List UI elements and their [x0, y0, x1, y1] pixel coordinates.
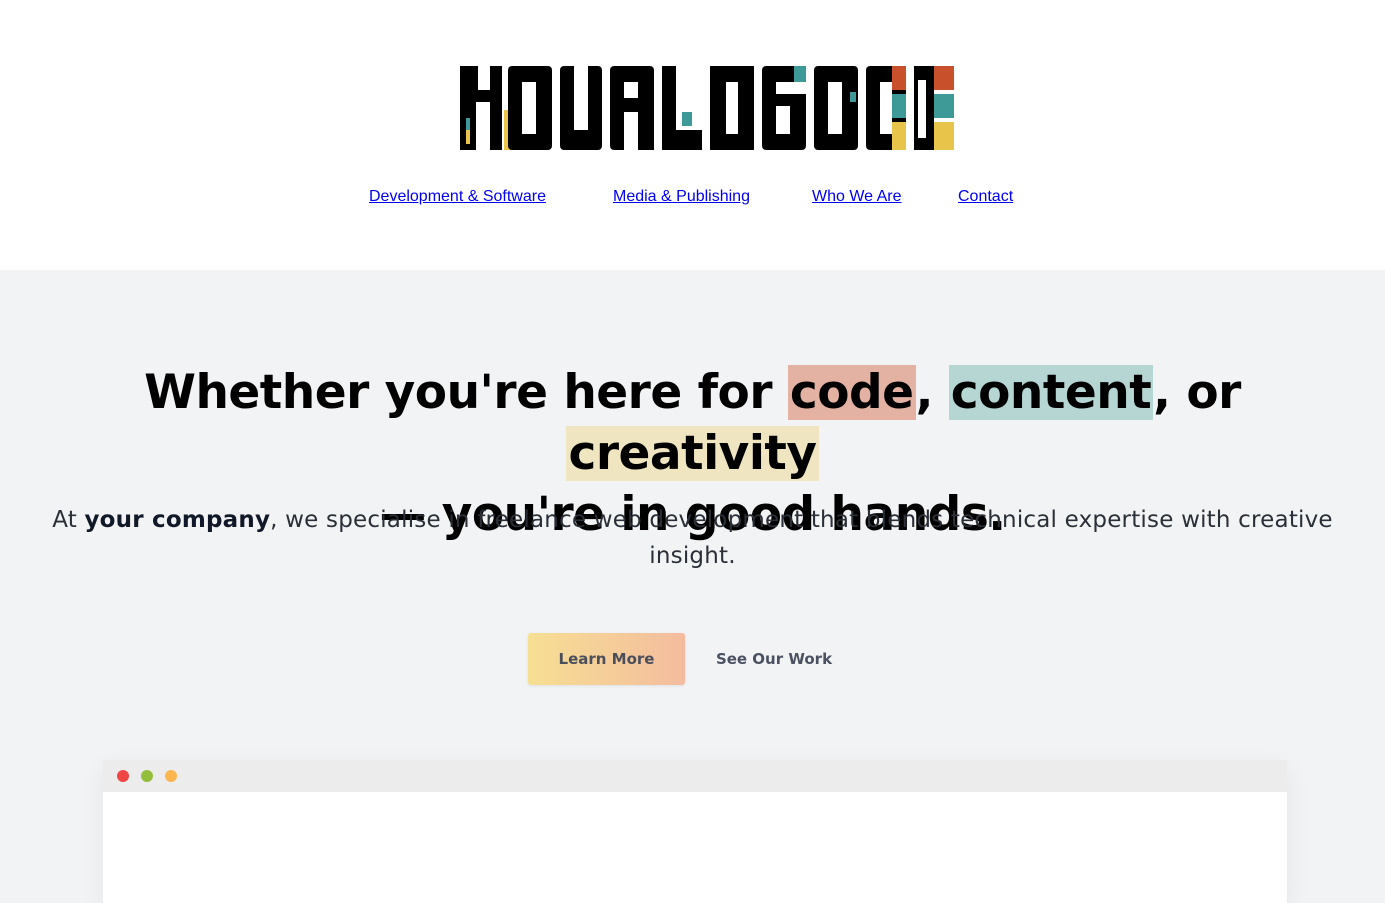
logo-letter-o3: [814, 66, 858, 150]
logo-letter-o2: [710, 66, 754, 150]
nav-who-we-are[interactable]: Who We Are: [812, 188, 902, 206]
nav-development-software[interactable]: Development & Software: [369, 188, 546, 206]
subline-rest: , we specialise in freelance web develop…: [270, 507, 1333, 569]
highlight-content: content: [948, 365, 1154, 420]
headline-text-1: Whether you're here for: [144, 365, 788, 420]
nav-contact[interactable]: Contact: [958, 188, 1013, 206]
logo-letter-i: [866, 66, 906, 150]
close-dot-icon: [117, 770, 129, 782]
browser-content: [103, 792, 1287, 903]
highlight-code: code: [787, 365, 916, 420]
browser-toolbar: [103, 760, 1287, 792]
headline-text-3: , or: [1153, 365, 1241, 420]
logo-letter-u: [560, 66, 602, 150]
browser-mockup: [103, 760, 1287, 903]
hero-subline: At your company, we specialise in freela…: [40, 502, 1345, 574]
subline-prefix: At: [52, 507, 85, 533]
minimize-dot-icon: [165, 770, 177, 782]
site-header: Development & Software Media & Publishin…: [0, 0, 1385, 270]
company-name: your company: [84, 507, 271, 533]
learn-more-button[interactable]: Learn More: [528, 633, 685, 685]
logo-letter-g: [762, 66, 806, 150]
logo-accent: [914, 66, 954, 150]
highlight-creativity: creativity: [566, 426, 819, 481]
see-our-work-button[interactable]: See Our Work: [705, 633, 843, 685]
logo-letter-o1: [502, 66, 552, 150]
maximize-dot-icon: [141, 770, 153, 782]
logo[interactable]: [458, 62, 956, 154]
headline-text-2: ,: [915, 365, 949, 420]
logo-letter-l: [662, 66, 702, 150]
logo-letter-r: [610, 66, 654, 150]
nav-media-publishing[interactable]: Media & Publishing: [613, 188, 750, 206]
